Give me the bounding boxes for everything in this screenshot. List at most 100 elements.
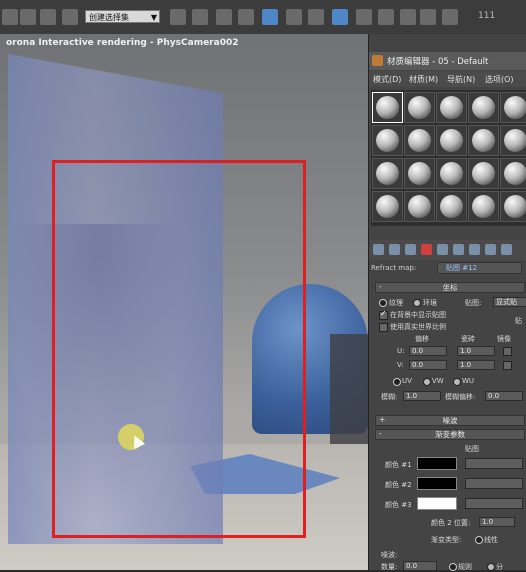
texture-radio[interactable]: [379, 299, 387, 307]
blur-spinner[interactable]: 1.0: [403, 391, 441, 401]
ribbon-icon[interactable]: [238, 9, 254, 25]
sample-sphere: [472, 195, 495, 218]
amount-label: 数量:: [381, 563, 398, 571]
render-iterative-icon[interactable]: [420, 9, 436, 25]
make-unique-icon[interactable]: [437, 244, 448, 255]
render-activeshade-icon[interactable]: [442, 9, 458, 25]
curve-editor-icon[interactable]: [262, 9, 278, 25]
u-offset-spinner[interactable]: 0.0: [409, 346, 447, 356]
select-icon[interactable]: [2, 9, 18, 25]
environment-radio[interactable]: [413, 299, 421, 307]
show-in-background-checkbox[interactable]: [379, 309, 388, 320]
regular-radio-label: 规则: [458, 563, 472, 571]
menu-options[interactable]: 选项(O): [485, 74, 514, 85]
sample-sphere: [504, 162, 526, 185]
material-editor-titlebar[interactable]: 材质编辑器 - 05 - Default: [369, 52, 526, 70]
color1-map-button[interactable]: [465, 458, 523, 469]
material-id-icon[interactable]: [469, 244, 480, 255]
sample-sphere: [376, 96, 399, 119]
reset-map-icon[interactable]: [421, 244, 432, 255]
v-tiling-spinner[interactable]: 1.0: [457, 360, 495, 370]
map-column-header: 贴图: [465, 445, 479, 453]
material-sample-slot[interactable]: [404, 92, 435, 123]
linear-radio[interactable]: [475, 536, 483, 544]
show-map-icon[interactable]: [485, 244, 496, 255]
material-sample-slot[interactable]: [500, 125, 526, 156]
color2-position-spinner[interactable]: 1.0: [479, 517, 515, 527]
sample-sphere: [504, 129, 526, 152]
material-editor-title: 材质编辑器 - 05 - Default: [387, 57, 489, 67]
noise-rollout[interactable]: + 噪波: [375, 415, 525, 426]
wu-radio-label: WU: [462, 377, 475, 385]
menu-material[interactable]: 材质(M): [409, 74, 438, 85]
sample-sphere: [440, 195, 463, 218]
vw-radio[interactable]: [423, 378, 431, 386]
color3-map-button[interactable]: [465, 498, 523, 509]
v-label: V:: [397, 361, 404, 369]
material-sample-slot[interactable]: [468, 158, 499, 189]
render-icon[interactable]: [378, 9, 394, 25]
get-material-icon[interactable]: [373, 244, 384, 255]
refract-map-field[interactable]: 贴图 #12: [437, 262, 522, 274]
put-to-scene-icon[interactable]: [389, 244, 400, 255]
spinner-snap-icon[interactable]: [40, 9, 56, 25]
highlight-region: [52, 160, 306, 538]
edit-named-selection-icon[interactable]: [62, 9, 78, 25]
material-editor-icon[interactable]: [308, 9, 324, 25]
v-mirror-checkbox[interactable]: [503, 361, 512, 370]
schematic-view-icon[interactable]: [286, 9, 302, 25]
material-sample-slot[interactable]: [404, 158, 435, 189]
material-sample-slot[interactable]: [404, 191, 435, 222]
material-sample-slot[interactable]: [372, 158, 403, 189]
noise-group-label: 噪波:: [381, 551, 398, 559]
material-sample-slot[interactable]: [500, 158, 526, 189]
uv-radio[interactable]: [393, 378, 401, 386]
material-sample-slot[interactable]: [372, 92, 403, 123]
material-sample-slot[interactable]: [500, 191, 526, 222]
rendered-frame-icon[interactable]: [356, 9, 372, 25]
menu-navigation[interactable]: 导航(N): [447, 74, 475, 85]
material-sample-slot[interactable]: [436, 125, 467, 156]
sample-slot-grid: [371, 90, 526, 226]
v-offset-spinner[interactable]: 0.0: [409, 360, 447, 370]
menu-mode[interactable]: 模式(D): [373, 74, 401, 85]
sample-sphere: [408, 129, 431, 152]
material-sample-slot[interactable]: [468, 92, 499, 123]
go-to-parent-icon[interactable]: [501, 244, 512, 255]
material-sample-slot[interactable]: [404, 125, 435, 156]
assign-material-icon[interactable]: [405, 244, 416, 255]
percent-snap-icon[interactable]: [20, 9, 36, 25]
material-sample-slot[interactable]: [372, 125, 403, 156]
gradient-params-rollout[interactable]: - 渐变参数: [375, 429, 525, 440]
material-sample-slot[interactable]: [468, 125, 499, 156]
render-setup-icon[interactable]: [332, 9, 348, 25]
put-to-library-icon[interactable]: [453, 244, 464, 255]
color2-swatch[interactable]: [417, 477, 457, 490]
u-mirror-checkbox[interactable]: [503, 347, 512, 356]
vw-radio-label: VW: [432, 377, 444, 385]
align-icon[interactable]: [192, 9, 208, 25]
wu-radio[interactable]: [453, 378, 461, 386]
coordinates-rollout[interactable]: - 坐标: [375, 282, 525, 293]
u-tiling-spinner[interactable]: 1.0: [457, 346, 495, 356]
render-production-icon[interactable]: [400, 9, 416, 25]
material-sample-slot[interactable]: [372, 191, 403, 222]
named-selection-dropdown[interactable]: 创建选择集 ▼: [85, 10, 160, 23]
material-sample-slot[interactable]: [436, 92, 467, 123]
real-world-scale-checkbox[interactable]: [379, 323, 388, 332]
material-sample-slot[interactable]: [436, 158, 467, 189]
material-sample-slot[interactable]: [436, 191, 467, 222]
color1-swatch[interactable]: [417, 457, 457, 470]
material-sample-slot[interactable]: [500, 92, 526, 123]
blur-offset-label: 模糊偏移:: [445, 393, 476, 401]
color2-position-label: 颜色 2 位置:: [431, 519, 471, 527]
mapping-dropdown[interactable]: 显式贴: [493, 297, 526, 307]
blur-offset-spinner[interactable]: 0.0: [485, 391, 523, 401]
render-viewport[interactable]: orona Interactive rendering - PhysCamera…: [0, 34, 368, 570]
material-sample-slot[interactable]: [468, 191, 499, 222]
mirror-icon[interactable]: [170, 9, 186, 25]
layer-manager-icon[interactable]: [216, 9, 232, 25]
color2-map-button[interactable]: [465, 478, 523, 489]
collapse-icon: -: [379, 282, 382, 291]
color3-swatch[interactable]: [417, 497, 457, 510]
